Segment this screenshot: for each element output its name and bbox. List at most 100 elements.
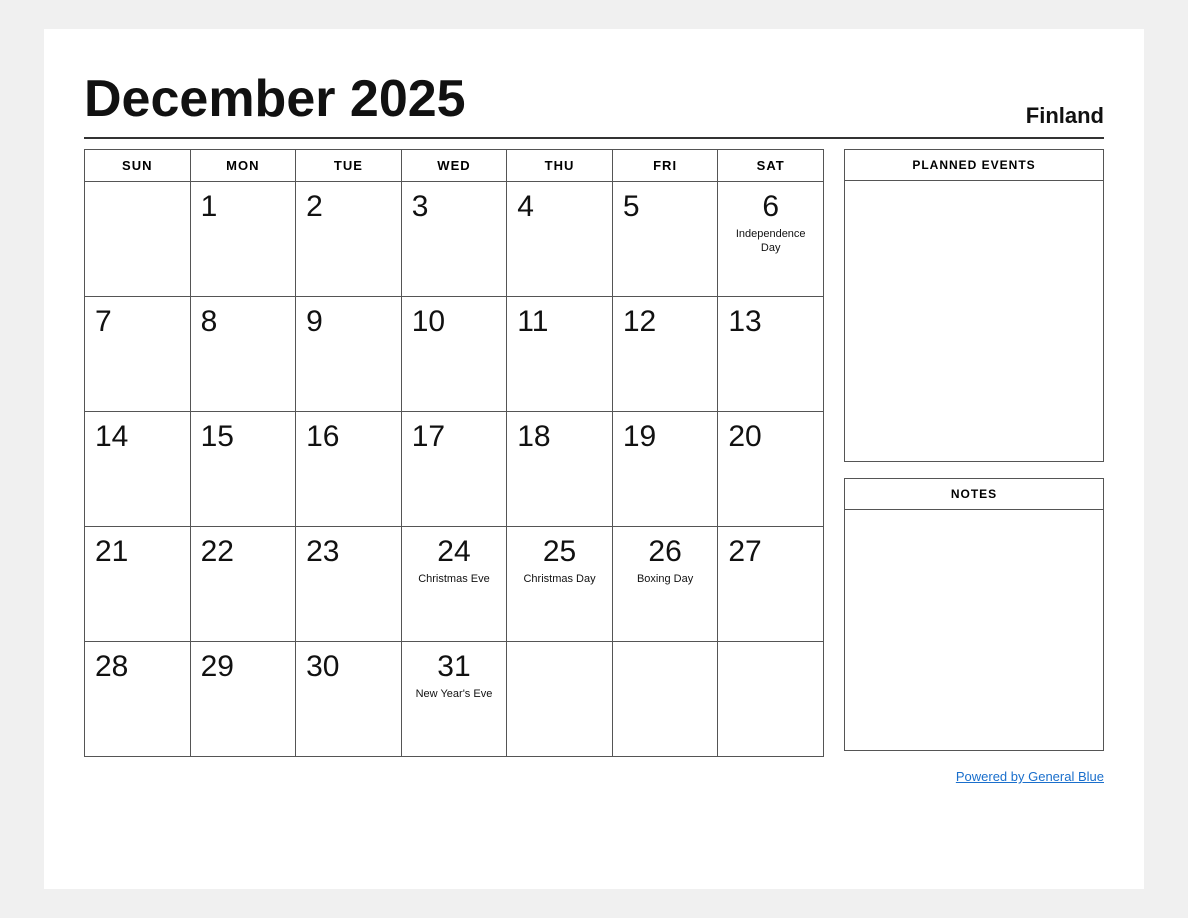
day-number: 7: [95, 305, 112, 338]
day-number: 4: [517, 190, 534, 223]
col-sat: SAT: [718, 150, 824, 182]
calendar-day-cell: 24 Christmas Eve: [401, 527, 507, 642]
calendar-day-cell: 12: [612, 297, 718, 412]
calendar-day-cell: 29: [190, 642, 296, 757]
holiday-name: Boxing Day: [637, 572, 693, 586]
day-number: 3: [412, 190, 429, 223]
day-number: 8: [201, 305, 218, 338]
calendar-day-cell: 30: [296, 642, 402, 757]
calendar-day-cell: 26 Boxing Day: [612, 527, 718, 642]
calendar-day-cell: 20: [718, 412, 824, 527]
calendar-day-cell: 23: [296, 527, 402, 642]
col-sun: SUN: [85, 150, 191, 182]
powered-by-link[interactable]: Powered by General Blue: [956, 769, 1104, 784]
calendar-day-cell: 5: [612, 182, 718, 297]
calendar-day-cell: 4: [507, 182, 613, 297]
day-number: 5: [623, 190, 640, 223]
calendar-day-cell: 22: [190, 527, 296, 642]
day-number: 14: [95, 420, 128, 453]
day-number: 12: [623, 305, 656, 338]
day-number: 13: [728, 305, 761, 338]
planned-events-body: [845, 181, 1103, 461]
calendar-section: SUN MON TUE WED THU FRI SAT 123456Indepe…: [84, 149, 824, 757]
calendar-day-cell: [507, 642, 613, 757]
calendar-week-row: 1 2 3 4 5 6 Independence Day: [85, 182, 824, 297]
calendar-day-cell: 1: [190, 182, 296, 297]
month-title: December 2025: [84, 69, 466, 129]
calendar-day-cell: [85, 182, 191, 297]
day-number: 22: [201, 535, 234, 568]
calendar-day-cell: 6 Independence Day: [718, 182, 824, 297]
country-title: Finland: [1026, 103, 1104, 129]
calendar-day-cell: 17: [401, 412, 507, 527]
calendar-day-cell: 25 Christmas Day: [507, 527, 613, 642]
holiday-name: New Year's Eve: [416, 687, 493, 701]
day-number: 2: [306, 190, 323, 223]
day-number: 26: [648, 535, 681, 568]
col-fri: FRI: [612, 150, 718, 182]
calendar-day-cell: 15: [190, 412, 296, 527]
calendar-week-row: 14 15 16 17 18 19 20: [85, 412, 824, 527]
notes-box: NOTES: [844, 478, 1104, 751]
calendar-day-cell: 2: [296, 182, 402, 297]
calendar-day-cell: [718, 642, 824, 757]
day-number: 31: [437, 650, 470, 683]
day-number: 17: [412, 420, 445, 453]
holiday-name: Independence Day: [728, 227, 813, 256]
calendar-day-cell: 27: [718, 527, 824, 642]
notes-body: [845, 510, 1103, 750]
day-number: 21: [95, 535, 128, 568]
calendar-day-cell: 9: [296, 297, 402, 412]
day-number: 28: [95, 650, 128, 683]
powered-by: Powered by General Blue: [84, 769, 1104, 784]
calendar-day-cell: 10: [401, 297, 507, 412]
day-number: 29: [201, 650, 234, 683]
days-header-row: SUN MON TUE WED THU FRI SAT: [85, 150, 824, 182]
col-wed: WED: [401, 150, 507, 182]
calendar-table: SUN MON TUE WED THU FRI SAT 123456Indepe…: [84, 149, 824, 757]
day-number: 9: [306, 305, 323, 338]
calendar-day-cell: 28: [85, 642, 191, 757]
col-mon: MON: [190, 150, 296, 182]
day-number: 11: [517, 305, 548, 338]
calendar-day-cell: 21: [85, 527, 191, 642]
calendar-day-cell: 7: [85, 297, 191, 412]
calendar-day-cell: 16: [296, 412, 402, 527]
day-number: 6: [762, 190, 779, 223]
day-number: 23: [306, 535, 339, 568]
day-number: 24: [437, 535, 470, 568]
calendar-week-row: 7 8 9 10 11 12 13: [85, 297, 824, 412]
day-number: 1: [201, 190, 218, 223]
calendar-day-cell: 3: [401, 182, 507, 297]
calendar-day-cell: [612, 642, 718, 757]
calendar-week-row: 21 22 23 24 Christmas Eve 25 Christmas Day 26 Bo…: [85, 527, 824, 642]
col-tue: TUE: [296, 150, 402, 182]
notes-header: NOTES: [845, 479, 1103, 510]
day-number: 19: [623, 420, 656, 453]
day-number: 16: [306, 420, 339, 453]
day-number: 25: [543, 535, 576, 568]
main-content: SUN MON TUE WED THU FRI SAT 123456Indepe…: [84, 149, 1104, 757]
planned-events-header: PLANNED EVENTS: [845, 150, 1103, 181]
holiday-name: Christmas Eve: [418, 572, 490, 586]
calendar-day-cell: 11: [507, 297, 613, 412]
sidebar: PLANNED EVENTS NOTES: [844, 149, 1104, 757]
col-thu: THU: [507, 150, 613, 182]
planned-events-box: PLANNED EVENTS: [844, 149, 1104, 462]
calendar-day-cell: 14: [85, 412, 191, 527]
holiday-name: Christmas Day: [523, 572, 595, 586]
calendar-week-row: 28 29 30 31 New Year's Eve: [85, 642, 824, 757]
day-number: 10: [412, 305, 445, 338]
day-number: 27: [728, 535, 761, 568]
calendar-day-cell: 13: [718, 297, 824, 412]
day-number: 18: [517, 420, 550, 453]
day-number: 30: [306, 650, 339, 683]
day-number: 20: [728, 420, 761, 453]
calendar-header: December 2025 Finland: [84, 69, 1104, 139]
day-number: 15: [201, 420, 234, 453]
calendar-day-cell: 8: [190, 297, 296, 412]
calendar-page: December 2025 Finland SUN MON TUE WED TH…: [44, 29, 1144, 889]
calendar-day-cell: 18: [507, 412, 613, 527]
calendar-day-cell: 31 New Year's Eve: [401, 642, 507, 757]
calendar-day-cell: 19: [612, 412, 718, 527]
